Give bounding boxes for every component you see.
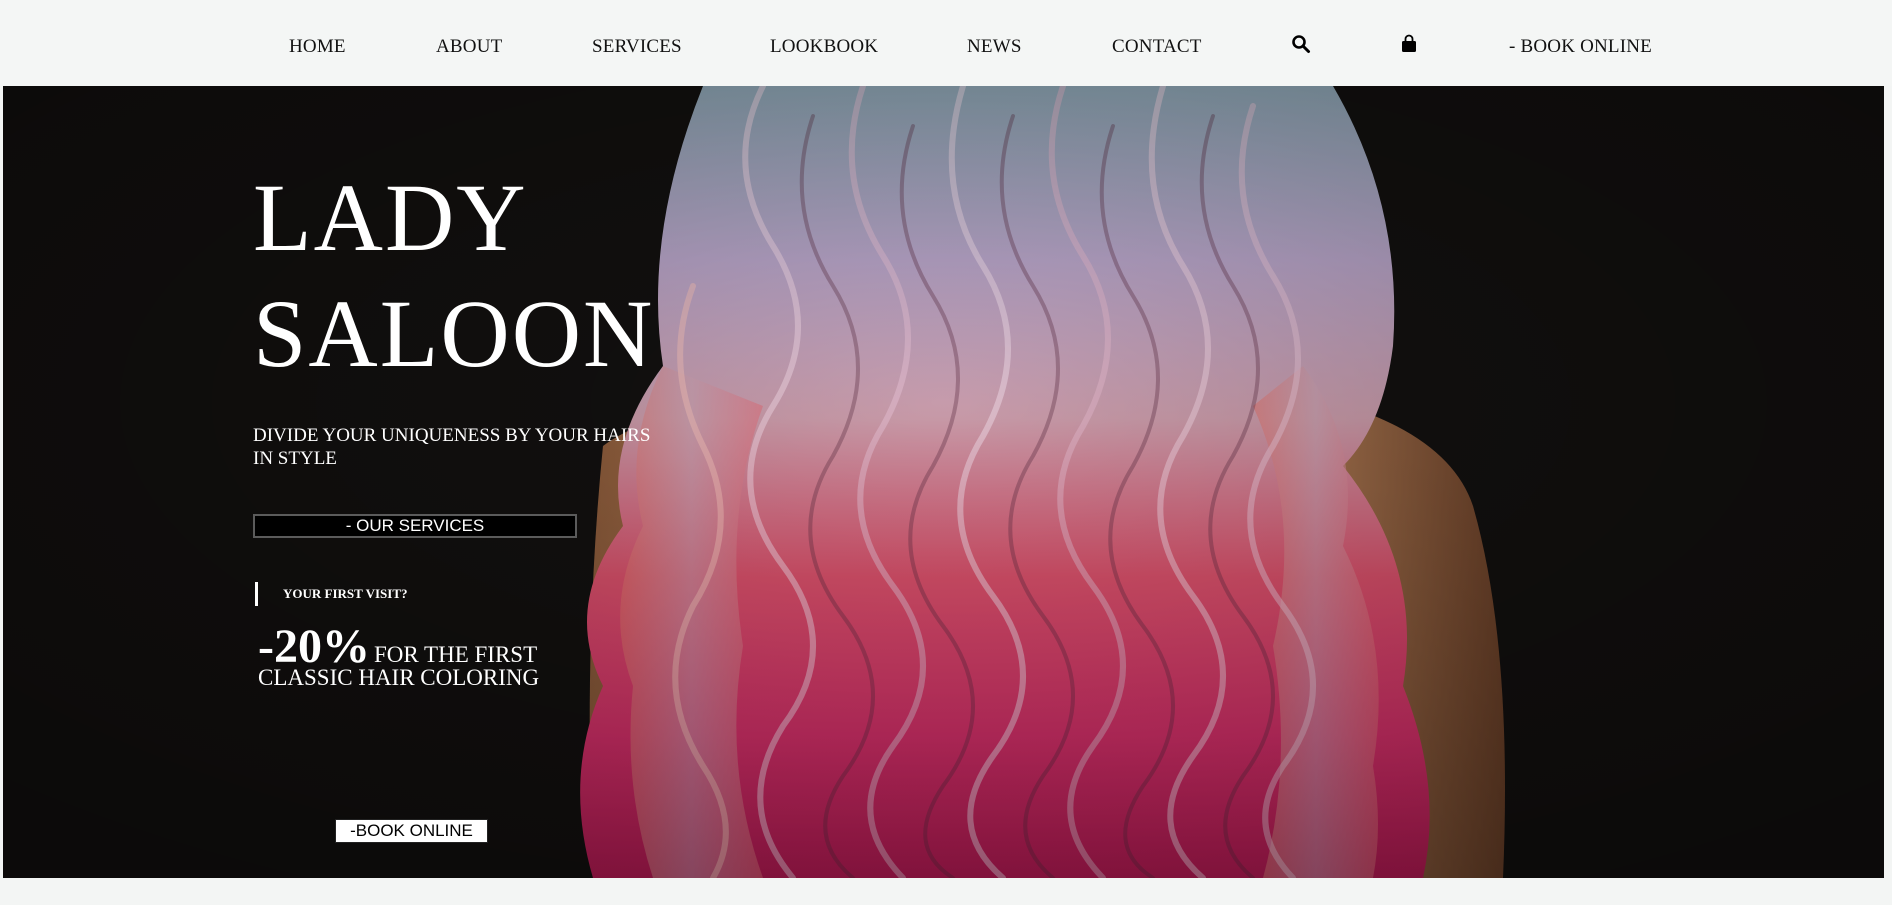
search-icon[interactable] <box>1291 34 1311 59</box>
top-navigation: HOME ABOUT SERVICES LOOKBOOK NEWS CONTAC… <box>0 0 1892 86</box>
book-online-button[interactable]: -BOOK ONLINE <box>335 819 488 843</box>
tagline: DIVIDE YOUR UNIQUENESS BY YOUR HAIRS IN … <box>253 425 651 469</box>
shopping-bag-icon[interactable] <box>1399 34 1419 59</box>
visit-divider <box>255 582 258 606</box>
nav-contact[interactable]: CONTACT <box>1112 36 1202 58</box>
nav-services[interactable]: SERVICES <box>592 36 682 58</box>
hero-banner: LADY SALOON DIVIDE YOUR UNIQUENESS BY YO… <box>3 86 1884 878</box>
site-title: LADY SALOON <box>253 160 654 392</box>
nav-home[interactable]: HOME <box>289 36 346 58</box>
title-line-1: LADY <box>253 164 528 271</box>
nav-book-online[interactable]: - BOOK ONLINE <box>1509 36 1652 58</box>
nav-news[interactable]: NEWS <box>967 36 1022 58</box>
our-services-button[interactable]: - OUR SERVICES <box>253 514 577 538</box>
discount-promo: -20% FOR THE FIRST CLASSIC HAIR COLORING <box>258 623 638 691</box>
nav-about[interactable]: ABOUT <box>436 36 502 58</box>
discount-text-2: CLASSIC HAIR COLORING <box>258 665 540 690</box>
nav-lookbook[interactable]: LOOKBOOK <box>770 36 878 58</box>
first-visit-label: YOUR FIRST VISIT? <box>283 586 408 601</box>
title-line-2: SALOON <box>253 280 655 387</box>
discount-text-1: FOR THE FIRST <box>373 642 538 667</box>
